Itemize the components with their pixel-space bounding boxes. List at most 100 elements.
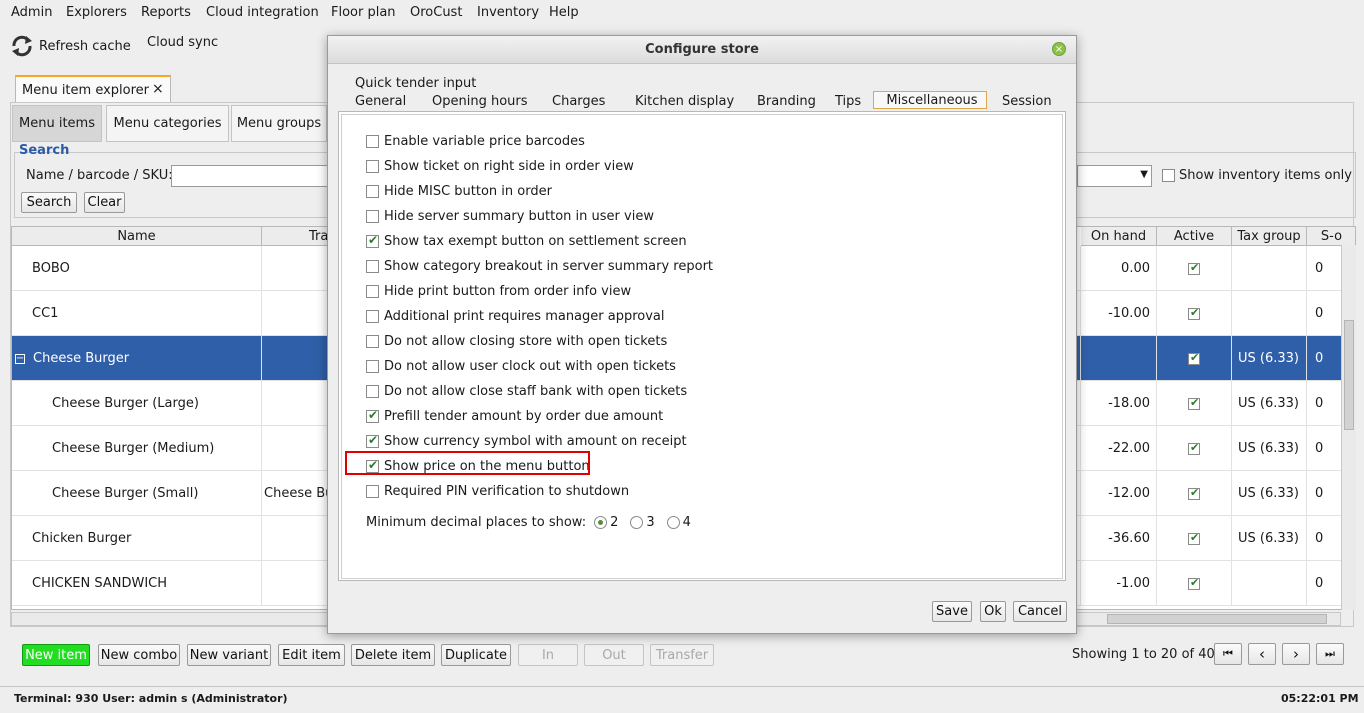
subtab-menu-items[interactable]: Menu items [12,105,102,142]
option-row[interactable]: Do not allow close staff bank with open … [366,381,687,401]
transfer-button[interactable]: Transfer [650,644,714,666]
edit-item-button[interactable]: Edit item [278,644,345,666]
option-row[interactable]: Do not allow user clock out with open ti… [366,356,676,376]
new-item-button[interactable]: New item [22,644,90,666]
new-variant-button[interactable]: New variant [187,644,271,666]
next-page-button[interactable]: › [1282,643,1310,665]
ok-button[interactable]: Ok [980,601,1006,622]
option-row[interactable]: Hide server summary button in user view [366,206,654,226]
option-checkbox[interactable] [366,284,379,298]
decimal-radio-4[interactable] [666,515,680,529]
option-checkbox[interactable] [366,209,379,223]
active-checkbox[interactable] [1188,396,1200,410]
option-row[interactable]: Show currency symbol with amount on rece… [366,431,687,451]
column-header-tax-group[interactable]: Tax group [1232,227,1307,246]
option-label: Hide print button from order info view [384,283,632,299]
menu-explorers[interactable]: Explorers [66,5,127,20]
last-page-button[interactable]: ⏭ [1316,643,1344,665]
inventory-only-checkbox[interactable] [1162,169,1175,182]
tab-miscellaneous[interactable]: Miscellaneous [873,91,987,109]
option-row[interactable]: Prefill tender amount by order due amoun… [366,406,663,426]
subtab-menu-categories[interactable]: Menu categories [106,105,229,142]
option-row[interactable]: Show tax exempt button on settlement scr… [366,231,687,251]
option-checkbox[interactable] [366,433,379,448]
option-row[interactable]: Hide print button from order info view [366,281,631,301]
tab-tips[interactable]: Tips [831,91,861,111]
scroll-thumb[interactable] [1344,320,1354,430]
option-row[interactable]: Required PIN verification to shutdown [366,481,629,501]
option-row[interactable]: Show category breakout in server summary… [366,256,713,276]
active-checkbox[interactable] [1188,486,1200,500]
search-input[interactable] [171,165,331,187]
menu-reports[interactable]: Reports [141,5,191,20]
option-checkbox[interactable] [366,384,379,398]
out-button[interactable]: Out [584,644,644,666]
column-header-name[interactable]: Name [12,227,262,246]
clear-button[interactable]: Clear [84,192,125,213]
first-page-button[interactable]: ⏮ [1214,643,1242,665]
option-checkbox[interactable] [366,233,379,248]
vertical-scrollbar[interactable] [1341,245,1356,610]
new-combo-button[interactable]: New combo [98,644,180,666]
option-checkbox[interactable] [366,134,379,148]
option-checkbox[interactable] [366,408,379,423]
active-checkbox[interactable] [1188,576,1200,590]
option-checkbox[interactable] [366,259,379,273]
option-checkbox[interactable] [366,484,379,498]
tab-session[interactable]: Session [998,91,1052,111]
option-row[interactable]: Additional print requires manager approv… [366,306,665,326]
search-button[interactable]: Search [21,192,77,213]
active-checkbox[interactable] [1188,441,1200,455]
column-header-active[interactable]: Active [1157,227,1232,246]
filter-dropdown[interactable]: ▼ [1077,165,1152,187]
tab-kitchen-display[interactable]: Kitchen display [631,91,734,111]
close-icon[interactable]: × [152,81,164,97]
tab-menu-item-explorer[interactable]: Menu item explorer × [15,75,171,103]
menu-floor-plan[interactable]: Floor plan [331,5,396,20]
tab-charges[interactable]: Charges [548,91,605,111]
cell-active [1157,561,1232,606]
column-header-on-hand[interactable]: On hand [1081,227,1157,246]
active-checkbox[interactable] [1188,531,1200,545]
menu-cloud-integration[interactable]: Cloud integration [206,5,319,20]
tab-opening-hours[interactable]: Opening hours [428,91,528,111]
active-checkbox[interactable] [1188,351,1200,365]
option-checkbox[interactable] [366,359,379,373]
decimal-radio-2[interactable] [594,515,608,529]
option-checkbox[interactable] [366,184,379,198]
save-button[interactable]: Save [932,601,972,622]
subtab-menu-groups[interactable]: Menu groups [231,105,327,142]
in-button[interactable]: In [518,644,578,666]
menu-inventory[interactable]: Inventory [477,5,539,20]
column-header-so[interactable]: S-o [1307,227,1355,246]
prev-page-button[interactable]: ‹ [1248,643,1276,665]
option-checkbox[interactable] [366,334,379,348]
cloud-sync-button[interactable]: Cloud sync [147,35,218,50]
menu-orocust[interactable]: OroCust [410,5,462,20]
collapse-icon[interactable]: − [15,353,25,364]
cell-so: 0 [1307,561,1342,606]
option-row[interactable]: Show ticket on right side in order view [366,156,634,176]
active-checkbox[interactable] [1188,261,1200,275]
active-checkbox[interactable] [1188,306,1200,320]
option-label: Do not allow close staff bank with open … [384,383,688,399]
dialog-title-bar[interactable]: Configure store [328,36,1076,64]
duplicate-button[interactable]: Duplicate [441,644,511,666]
cancel-button[interactable]: Cancel [1013,601,1067,622]
option-row[interactable]: Hide MISC button in order [366,181,552,201]
tab-general[interactable]: General [351,91,406,111]
menu-admin[interactable]: Admin [11,5,52,20]
hscroll-thumb[interactable] [1107,614,1327,624]
decimal-radio-3[interactable] [630,515,644,529]
delete-item-button[interactable]: Delete item [351,644,435,666]
menu-help[interactable]: Help [549,5,579,20]
close-icon[interactable]: × [1052,42,1066,56]
refresh-cache-button[interactable]: Refresh cache [10,35,131,57]
option-row[interactable]: Do not allow closing store with open tic… [366,331,667,351]
tab-branding[interactable]: Branding [753,91,816,111]
option-checkbox[interactable] [366,159,379,173]
tab-quick-tender-input[interactable]: Quick tender input [351,73,476,93]
option-checkbox[interactable] [366,309,379,323]
terminal-user-status: Terminal: 930 User: admin s (Administrat… [14,692,288,705]
option-row[interactable]: Enable variable price barcodes [366,131,585,151]
